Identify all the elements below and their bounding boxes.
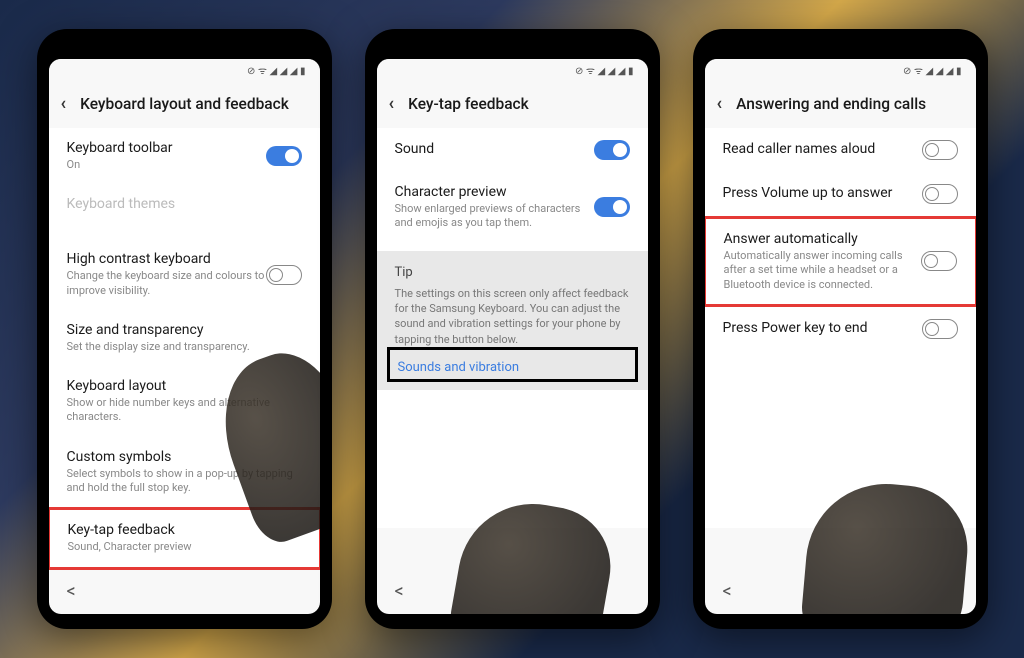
subtitle: [67, 214, 302, 227]
setting-key-tap-feedback[interactable]: Key-tap feedback Sound, Character previe…: [49, 507, 320, 569]
status-icons: ⊘ ᯤ ◢ ◢ ◢ ▮: [575, 63, 634, 77]
title: Read caller names aloud: [723, 141, 922, 157]
setting-high-contrast[interactable]: High contrast keyboard Change the keyboa…: [49, 239, 320, 310]
subtitle: On: [67, 158, 266, 172]
subtitle: Select symbols to show in a pop-up by ta…: [67, 467, 302, 496]
status-bar: ⊘ ᯤ ◢ ◢ ◢ ▮: [705, 59, 976, 81]
title: Keyboard layout: [67, 378, 302, 394]
toggle-switch[interactable]: [594, 140, 630, 160]
title: Press Power key to end: [723, 320, 922, 336]
title: Keyboard toolbar: [67, 140, 266, 156]
back-icon[interactable]: ‹: [389, 93, 395, 114]
phone-answering-calls: ⊘ ᯤ ◢ ◢ ◢ ▮ ‹ Answering and ending calls…: [693, 29, 988, 629]
nav-back-icon[interactable]: <: [723, 581, 732, 602]
title: Size and transparency: [67, 322, 302, 338]
screen: ⊘ ᯤ ◢ ◢ ◢ ▮ ‹ Answering and ending calls…: [705, 59, 976, 614]
title: High contrast keyboard: [67, 251, 266, 267]
nav-back-icon[interactable]: <: [67, 581, 76, 602]
title: Character preview: [395, 184, 594, 200]
setting-size-transparency[interactable]: Size and transparency Set the display si…: [49, 310, 320, 366]
nav-back-icon[interactable]: <: [395, 581, 404, 602]
setting-custom-symbols[interactable]: Custom symbols Select symbols to show in…: [49, 437, 320, 508]
subtitle: Change the keyboard size and colours to …: [67, 269, 266, 298]
setting-character-preview[interactable]: Character preview Show enlarged previews…: [377, 172, 648, 243]
sounds-vibration-link[interactable]: Sounds and vibration: [390, 350, 635, 379]
status-bar: ⊘ ᯤ ◢ ◢ ◢ ▮: [377, 59, 648, 81]
header: ‹ Keyboard layout and feedback: [49, 81, 320, 128]
header: ‹ Key-tap feedback: [377, 81, 648, 128]
settings-list: Read caller names aloud Press Volume up …: [705, 128, 976, 528]
setting-sound[interactable]: Sound: [377, 128, 648, 172]
toggle-switch[interactable]: [921, 251, 957, 271]
setting-answer-automatically[interactable]: Answer automatically Automatically answe…: [705, 216, 976, 307]
toggle-switch[interactable]: [922, 184, 958, 204]
header: ‹ Answering and ending calls: [705, 81, 976, 128]
setting-keyboard-layout[interactable]: Keyboard layout Show or hide number keys…: [49, 366, 320, 437]
subtitle: Sound, Character preview: [68, 540, 301, 554]
back-icon[interactable]: ‹: [61, 93, 67, 114]
title: Keyboard themes: [67, 196, 302, 212]
status-icons: ⊘ ᯤ ◢ ◢ ◢ ▮: [903, 63, 962, 77]
status-bar: ⊘ ᯤ ◢ ◢ ◢ ▮: [49, 59, 320, 81]
tip-section: Tip The settings on this screen only aff…: [377, 251, 648, 391]
toggle-switch[interactable]: [266, 265, 302, 285]
toggle-switch[interactable]: [922, 140, 958, 160]
screen: ⊘ ᯤ ◢ ◢ ◢ ▮ ‹ Keyboard layout and feedba…: [49, 59, 320, 614]
subtitle: Show enlarged previews of characters and…: [395, 202, 594, 231]
phone-key-tap-feedback: ⊘ ᯤ ◢ ◢ ◢ ▮ ‹ Key-tap feedback Sound Cha…: [365, 29, 660, 629]
setting-keyboard-toolbar[interactable]: Keyboard toolbar On: [49, 128, 320, 184]
highlight-sounds-vibration: Sounds and vibration: [387, 347, 638, 382]
page-title: Keyboard layout and feedback: [80, 95, 289, 113]
back-icon[interactable]: ‹: [717, 93, 723, 114]
screen: ⊘ ᯤ ◢ ◢ ◢ ▮ ‹ Key-tap feedback Sound Cha…: [377, 59, 648, 614]
phone-keyboard-layout: ⊘ ᯤ ◢ ◢ ◢ ▮ ‹ Keyboard layout and feedba…: [37, 29, 332, 629]
title: Custom symbols: [67, 449, 302, 465]
page-title: Key-tap feedback: [408, 95, 529, 113]
subtitle: Show or hide number keys and alternative…: [67, 396, 302, 425]
setting-press-power-end[interactable]: Press Power key to end: [705, 307, 976, 351]
setting-press-volume-answer[interactable]: Press Volume up to answer: [705, 172, 976, 216]
title: Sound: [395, 141, 594, 157]
setting-read-caller-names[interactable]: Read caller names aloud: [705, 128, 976, 172]
subtitle: Automatically answer incoming calls afte…: [724, 249, 921, 292]
subtitle: Set the display size and transparency.: [67, 340, 302, 354]
tip-text: The settings on this screen only affect …: [395, 286, 630, 348]
title: Answer automatically: [724, 231, 921, 247]
status-icons: ⊘ ᯤ ◢ ◢ ◢ ▮: [247, 63, 306, 77]
tip-title: Tip: [395, 265, 630, 280]
title: Press Volume up to answer: [723, 185, 922, 201]
title: Key-tap feedback: [68, 522, 301, 538]
settings-list: Keyboard toolbar On Keyboard themes High…: [49, 128, 320, 570]
toggle-switch[interactable]: [922, 319, 958, 339]
toggle-switch[interactable]: [594, 197, 630, 217]
page-title: Answering and ending calls: [736, 95, 926, 113]
settings-list: Sound Character preview Show enlarged pr…: [377, 128, 648, 528]
setting-keyboard-themes: Keyboard themes: [49, 184, 320, 239]
toggle-switch[interactable]: [266, 146, 302, 166]
